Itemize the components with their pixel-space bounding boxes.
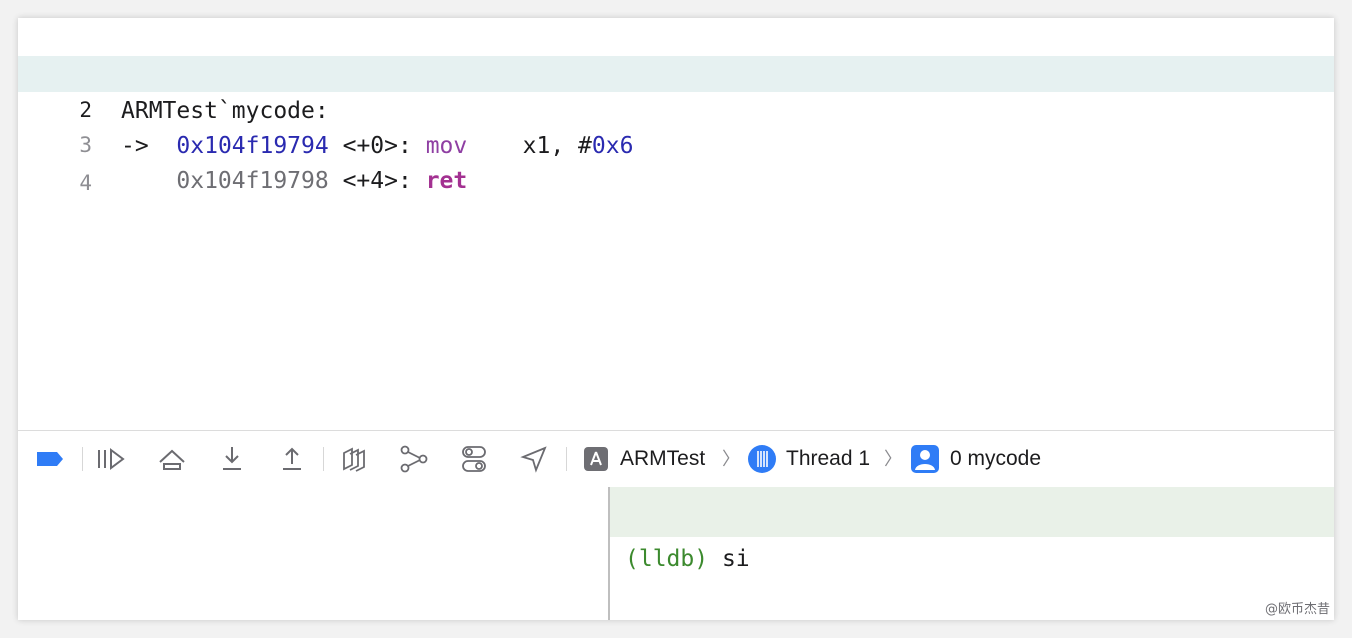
- lldb-console[interactable]: (lldb) si: [610, 487, 1334, 620]
- stack-frame-icon: [910, 445, 940, 473]
- thread-icon: [747, 445, 777, 473]
- console-prompt-line: (lldb) si: [625, 535, 750, 583]
- code-line-4[interactable]: 4: [18, 129, 1334, 195]
- instruction-mnemonic: ret: [425, 168, 468, 194]
- debug-bar: ARMTest 〉 Thread 1 〉 0 mycode: [18, 430, 1334, 488]
- memory-graph-icon[interactable]: [398, 445, 430, 473]
- continue-icon[interactable]: [94, 445, 128, 473]
- app-icon: [583, 445, 609, 473]
- simulate-location-icon[interactable]: [518, 445, 550, 473]
- code-line-1[interactable]: 1 ARMTest`mycode:: [18, 21, 1334, 124]
- console-command: si: [721, 546, 750, 572]
- disassembly-editor[interactable]: 1 ARMTest`mycode: 2 -> 0x104f19794 <+0>:…: [18, 18, 1334, 430]
- toolbar-separator: [566, 447, 567, 471]
- toolbar-separator: [323, 447, 324, 471]
- watermark: @欧币杰昔: [1264, 602, 1330, 617]
- instruction: 0x104f19798 <+4>: ret: [121, 163, 467, 199]
- variables-view[interactable]: [18, 487, 608, 620]
- line-number: 4: [79, 171, 92, 195]
- step-out-icon[interactable]: [276, 445, 308, 473]
- step-over-icon[interactable]: [156, 445, 188, 473]
- lldb-prompt: (lldb): [625, 546, 709, 572]
- breadcrumb-frame[interactable]: 0 mycode: [950, 445, 1041, 473]
- toolbar-separator: [82, 447, 83, 471]
- step-into-icon[interactable]: [216, 445, 248, 473]
- breadcrumb-thread[interactable]: Thread 1: [786, 445, 870, 473]
- chevron-right-icon: 〉: [884, 449, 902, 469]
- instruction-offset: <+4>:: [342, 168, 412, 194]
- instruction-address: 0x104f19798: [176, 168, 329, 194]
- chevron-right-icon: 〉: [722, 449, 740, 469]
- console-line: (lldb) si: [610, 487, 1334, 572]
- code-line-3[interactable]: 3 0x104f19798 <+4>: ret: [18, 91, 1334, 194]
- xcode-debug-window: 1 ARMTest`mycode: 2 -> 0x104f19794 <+0>:…: [18, 18, 1334, 620]
- environment-overrides-icon[interactable]: [458, 445, 490, 473]
- breadcrumb-app[interactable]: ARMTest: [620, 445, 705, 473]
- view-hierarchy-icon[interactable]: [338, 445, 370, 473]
- breakpoints-toggle-icon[interactable]: [32, 445, 68, 473]
- code-line-2-current[interactable]: 2 -> 0x104f19794 <+0>: mov x1, #0x6: [18, 56, 1334, 159]
